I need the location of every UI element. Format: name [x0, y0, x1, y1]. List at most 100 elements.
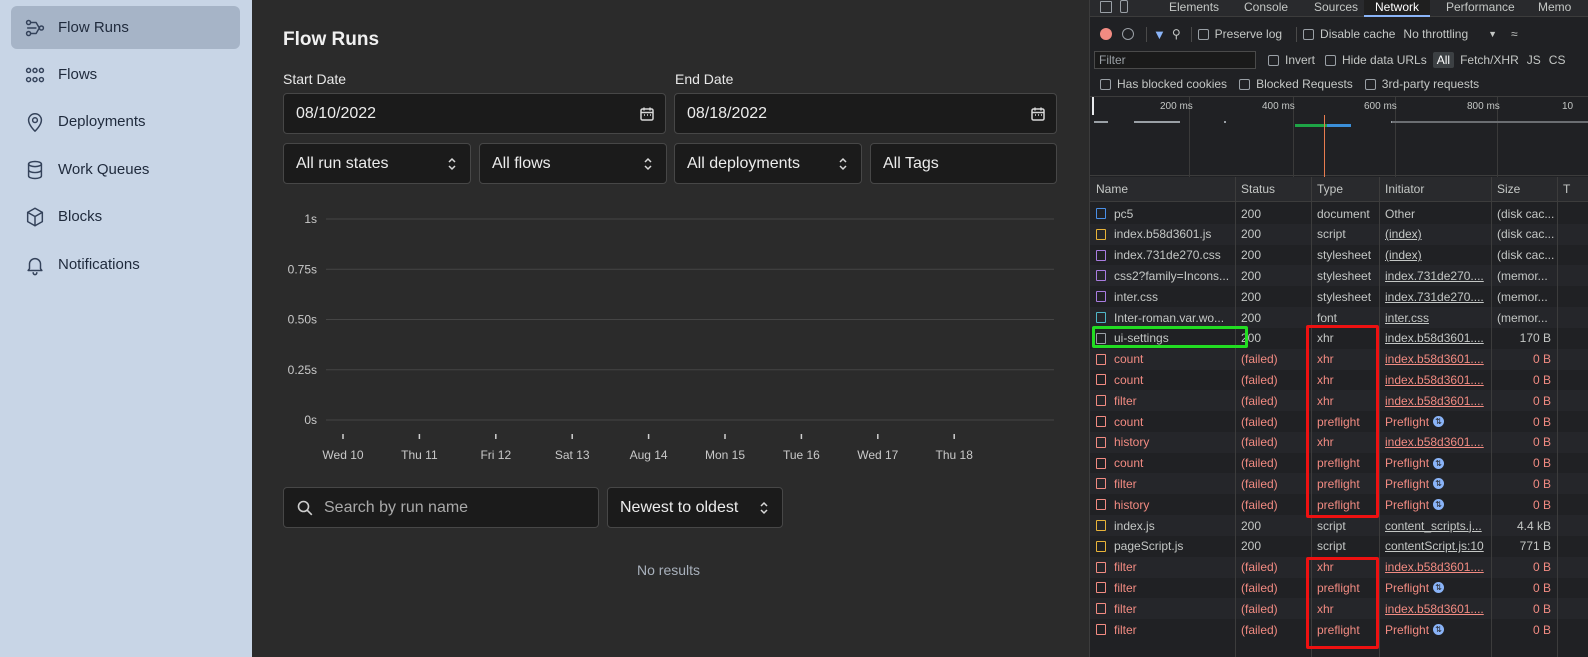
network-request-row[interactable]: filter (failed) preflight Preflight ⇅ 0 B	[1090, 473, 1588, 495]
preflight-icon[interactable]: ⇅	[1433, 582, 1445, 594]
request-initiator[interactable]: index.b58d3601....	[1379, 349, 1491, 370]
request-initiator-text[interactable]: inter.css	[1385, 311, 1429, 325]
request-initiator[interactable]: Preflight ⇅	[1379, 494, 1491, 515]
search-icon[interactable]: ⚲	[1172, 27, 1181, 41]
third-party-checkbox[interactable]	[1364, 78, 1376, 90]
end-date-input[interactable]: 08/18/2022	[674, 93, 1057, 134]
tab-network[interactable]: Network	[1364, 0, 1431, 17]
request-initiator[interactable]: Preflight ⇅	[1379, 453, 1491, 474]
search-run-input[interactable]: Search by run name	[283, 487, 599, 528]
request-initiator[interactable]: Preflight ⇅	[1379, 411, 1491, 432]
filter-type-all[interactable]: All	[1432, 52, 1455, 68]
start-date-input[interactable]: 08/10/2022	[283, 93, 666, 134]
filter-type-css[interactable]: CS	[1549, 53, 1566, 67]
request-initiator[interactable]: index.731de270....	[1379, 265, 1491, 286]
throttling-select[interactable]: No throttling	[1403, 27, 1468, 41]
deployments-select[interactable]: All deployments	[674, 143, 862, 184]
request-initiator-text[interactable]: index.731de270....	[1385, 290, 1484, 304]
sidebar-item-deployments[interactable]: Deployments	[11, 100, 240, 143]
network-request-row[interactable]: count (failed) preflight Preflight ⇅ 0 B	[1090, 411, 1588, 432]
request-initiator-text[interactable]: index.b58d3601....	[1385, 560, 1484, 574]
request-initiator[interactable]: index.731de270....	[1379, 286, 1491, 307]
network-request-row[interactable]: pc5 200 document Other (disk cac...	[1090, 203, 1588, 224]
column-header-status[interactable]: Status	[1235, 177, 1311, 201]
tab-sources[interactable]: Sources	[1314, 0, 1358, 17]
hide-data-urls-checkbox[interactable]	[1325, 54, 1337, 66]
network-request-row[interactable]: inter.css 200 stylesheet index.731de270....…	[1090, 286, 1588, 307]
network-request-row[interactable]: history (failed) preflight Preflight ⇅ 0 B	[1090, 494, 1588, 515]
request-initiator-text[interactable]: Preflight	[1385, 623, 1429, 637]
request-initiator-text[interactable]: Preflight	[1385, 415, 1429, 429]
request-initiator[interactable]: Preflight ⇅	[1379, 577, 1491, 598]
sidebar-item-flows[interactable]: Flows	[11, 53, 240, 96]
request-initiator[interactable]: index.b58d3601....	[1379, 390, 1491, 411]
request-initiator-text[interactable]: Preflight	[1385, 498, 1429, 512]
request-initiator-text[interactable]: Preflight	[1385, 581, 1429, 595]
request-initiator[interactable]: Preflight ⇅	[1379, 473, 1491, 494]
clear-icon[interactable]	[1122, 28, 1134, 40]
network-request-row[interactable]: pageScript.js 200 script contentScript.js:1…	[1090, 536, 1588, 557]
request-initiator[interactable]: inter.css	[1379, 307, 1491, 328]
calendar-icon[interactable]	[639, 106, 655, 122]
request-initiator-text[interactable]: content_scripts.j...	[1385, 519, 1482, 533]
filter-input[interactable]: Filter	[1094, 51, 1256, 69]
request-initiator[interactable]: index.b58d3601....	[1379, 557, 1491, 578]
network-request-row[interactable]: filter (failed) xhr index.b58d3601.... 0 B	[1090, 556, 1588, 578]
sidebar-item-blocks[interactable]: Blocks	[11, 195, 240, 238]
request-initiator-text[interactable]: contentScript.js:10	[1385, 539, 1484, 553]
network-request-row[interactable]: count (failed) preflight Preflight ⇅ 0 B	[1090, 453, 1588, 474]
network-request-row[interactable]: filter (failed) preflight Preflight ⇅ 0 B	[1090, 577, 1588, 598]
filter-type-fetch-xhr[interactable]: Fetch/XHR	[1460, 53, 1519, 67]
invert-checkbox[interactable]	[1268, 54, 1279, 66]
tab-memory[interactable]: Memo	[1538, 0, 1571, 17]
network-request-row[interactable]: Inter-roman.var.wo... 200 font inter.css (me…	[1090, 307, 1588, 328]
blocked-cookies-checkbox[interactable]	[1100, 78, 1111, 90]
network-request-row[interactable]: css2?family=Incons... 200 stylesheet index.…	[1090, 265, 1588, 287]
request-initiator-text[interactable]: Other	[1385, 207, 1415, 221]
calendar-icon[interactable]	[1030, 106, 1046, 122]
request-initiator-text[interactable]: index.b58d3601....	[1385, 602, 1484, 616]
request-initiator-text[interactable]: index.b58d3601....	[1385, 435, 1484, 449]
filter-funnel-icon[interactable]: ▼	[1153, 27, 1166, 42]
network-request-row[interactable]: filter (failed) xhr index.b58d3601.... 0 B	[1090, 598, 1588, 620]
request-initiator-text[interactable]: index.b58d3601....	[1385, 331, 1484, 345]
preflight-icon[interactable]: ⇅	[1433, 624, 1445, 635]
column-header-time[interactable]: T	[1557, 177, 1588, 201]
tags-input[interactable]: All Tags	[870, 143, 1057, 184]
request-initiator[interactable]: (index)	[1379, 245, 1491, 266]
request-initiator-text[interactable]: index.b58d3601....	[1385, 373, 1484, 387]
preflight-icon[interactable]: ⇅	[1433, 416, 1445, 427]
network-request-row[interactable]: ui-settings 200 xhr index.b58d3601.... 170 B	[1090, 328, 1588, 349]
request-initiator[interactable]: content_scripts.j...	[1379, 515, 1491, 536]
tab-elements[interactable]: Elements	[1169, 0, 1219, 17]
network-request-row[interactable]: index.b58d3601.js 200 script (index) (disk c…	[1090, 223, 1588, 245]
tab-performance[interactable]: Performance	[1446, 0, 1515, 17]
blocked-requests-checkbox[interactable]	[1239, 78, 1251, 90]
run-states-select[interactable]: All run states	[283, 143, 471, 184]
request-initiator[interactable]: index.b58d3601....	[1379, 328, 1491, 349]
network-request-row[interactable]: index.731de270.css 200 stylesheet (index) (d…	[1090, 245, 1588, 266]
column-header-size[interactable]: Size	[1491, 177, 1557, 201]
preflight-icon[interactable]: ⇅	[1433, 457, 1445, 469]
request-initiator[interactable]: Preflight ⇅	[1379, 619, 1491, 640]
request-initiator-text[interactable]: (index)	[1385, 227, 1422, 241]
request-initiator-text[interactable]: Preflight	[1385, 456, 1429, 470]
preserve-log-checkbox[interactable]	[1197, 28, 1209, 40]
record-icon[interactable]	[1100, 28, 1112, 40]
preflight-icon[interactable]: ⇅	[1433, 499, 1445, 511]
inspect-element-icon[interactable]	[1100, 1, 1112, 13]
request-initiator[interactable]: index.b58d3601....	[1379, 598, 1491, 619]
disable-cache-checkbox[interactable]	[1303, 28, 1315, 40]
sort-select[interactable]: Newest to oldest	[607, 487, 783, 528]
column-header-initiator[interactable]: Initiator	[1379, 177, 1491, 201]
request-initiator[interactable]: contentScript.js:10	[1379, 536, 1491, 557]
sidebar-item-work-queues[interactable]: Work Queues	[11, 148, 240, 191]
sidebar-item-notifications[interactable]: Notifications	[11, 243, 240, 286]
request-initiator-text[interactable]: index.b58d3601....	[1385, 394, 1484, 408]
device-toolbar-icon[interactable]	[1120, 0, 1128, 13]
column-header-name[interactable]: Name	[1090, 177, 1236, 201]
request-initiator-text[interactable]: Preflight	[1385, 477, 1429, 491]
request-initiator-text[interactable]: index.731de270....	[1385, 269, 1484, 283]
wifi-icon[interactable]: ≈	[1511, 27, 1518, 41]
request-initiator[interactable]: index.b58d3601....	[1379, 432, 1491, 453]
